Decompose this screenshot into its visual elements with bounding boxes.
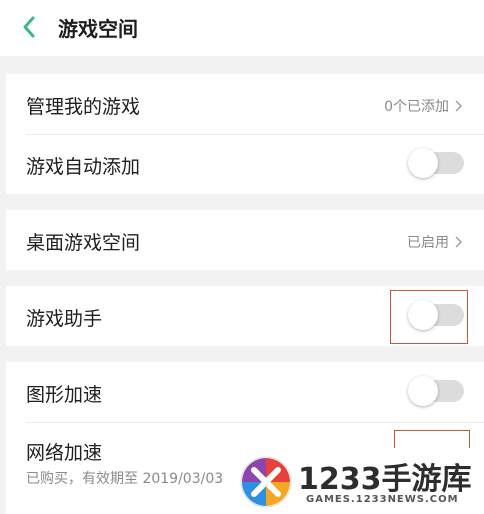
manage-games-value: 0个已添加 xyxy=(384,96,462,116)
desktop-space-status: 已启用 xyxy=(407,235,449,251)
section-game-management: 管理我的游戏 0个已添加 游戏自动添加 xyxy=(6,74,484,194)
logo-icon xyxy=(240,456,292,508)
manage-games-count: 0个已添加 xyxy=(384,99,449,115)
watermark-title: 1233手游库 xyxy=(298,462,472,497)
toggle-knob xyxy=(408,148,438,178)
manage-games-label: 管理我的游戏 xyxy=(26,96,141,118)
toggle-knob xyxy=(408,376,438,406)
network-acceleration-label: 网络加速 xyxy=(26,442,103,464)
game-assistant-label: 游戏助手 xyxy=(26,308,103,330)
highlight-box-assistant xyxy=(390,290,468,344)
chevron-right-icon xyxy=(455,236,462,248)
graphics-acceleration-row: 图形加速 xyxy=(6,362,484,422)
header-bar: 游戏空间 xyxy=(0,0,484,56)
page-title: 游戏空间 xyxy=(58,17,138,41)
graphics-acceleration-label: 图形加速 xyxy=(26,384,103,406)
watermark: 1233手游库 GAMES.1233NEWS.COM xyxy=(230,448,484,514)
auto-add-label: 游戏自动添加 xyxy=(26,156,141,178)
chevron-right-icon xyxy=(455,100,462,112)
auto-add-row: 游戏自动添加 xyxy=(6,134,484,194)
watermark-url: GAMES.1233NEWS.COM xyxy=(306,494,459,505)
section-desktop-space: 桌面游戏空间 已启用 xyxy=(6,210,484,270)
desktop-space-row[interactable]: 桌面游戏空间 已启用 xyxy=(6,210,484,270)
graphics-acceleration-toggle[interactable] xyxy=(408,376,464,406)
manage-games-row[interactable]: 管理我的游戏 0个已添加 xyxy=(6,74,484,134)
desktop-space-value: 已启用 xyxy=(407,232,462,252)
desktop-space-label: 桌面游戏空间 xyxy=(26,232,141,254)
chevron-left-icon xyxy=(23,16,35,38)
auto-add-toggle[interactable] xyxy=(408,148,464,178)
back-button[interactable] xyxy=(14,12,44,42)
network-acceleration-subtitle: 已购买，有效期至 2019/03/03 xyxy=(26,471,224,487)
